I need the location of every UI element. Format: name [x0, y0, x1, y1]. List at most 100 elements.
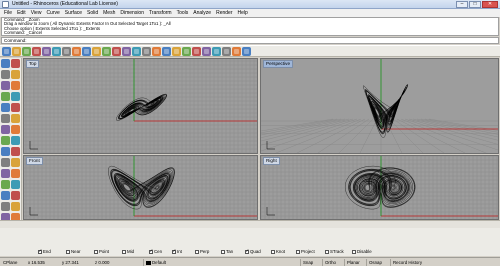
material-icon[interactable]	[212, 46, 221, 56]
osnap-checkbox[interactable]	[296, 250, 300, 254]
select-icon[interactable]	[1, 59, 10, 68]
circle-icon[interactable]	[11, 81, 20, 90]
osnap-int[interactable]: Int	[172, 249, 182, 255]
copy-icon[interactable]	[52, 46, 61, 56]
menu-analyze[interactable]: Analyze	[191, 9, 214, 17]
osnap-checkbox[interactable]	[195, 250, 199, 254]
ellipse-icon[interactable]	[11, 92, 20, 101]
viewport-right[interactable]: Right	[260, 155, 499, 220]
mirror-icon[interactable]	[1, 191, 10, 200]
zoom-selected-icon[interactable]	[132, 46, 141, 56]
mesh-icon[interactable]	[1, 158, 10, 167]
boolean-icon[interactable]	[11, 158, 20, 167]
osnap-knot[interactable]: Knot	[271, 249, 285, 255]
menu-file[interactable]: File	[2, 9, 15, 17]
osnap-disable[interactable]: Disable	[352, 249, 372, 255]
osnap-checkbox[interactable]	[352, 250, 356, 254]
minimize-button[interactable]: –	[456, 1, 468, 8]
osnap-mid[interactable]: Mid	[122, 249, 134, 255]
osnap-quad[interactable]: Quad	[245, 249, 261, 255]
osnap-checkbox[interactable]	[245, 249, 249, 254]
zoom-extents-icon[interactable]	[122, 46, 131, 56]
viewport-title-perspective[interactable]: Perspective	[263, 60, 294, 68]
menu-view[interactable]: View	[29, 9, 45, 17]
help-icon[interactable]	[242, 46, 251, 56]
viewport-top[interactable]: Top	[23, 58, 258, 154]
close-button[interactable]: ✕	[482, 1, 498, 8]
osnap-checkbox[interactable]	[66, 250, 70, 254]
split-icon[interactable]	[11, 202, 20, 211]
menu-dimension[interactable]: Dimension	[118, 9, 147, 17]
scale-icon[interactable]	[11, 180, 20, 189]
viewport-front[interactable]: Front	[23, 155, 258, 220]
osnap-checkbox[interactable]	[122, 250, 126, 254]
four-viewports-icon[interactable]	[142, 46, 151, 56]
polygon-icon[interactable]	[11, 103, 20, 112]
light-icon[interactable]	[202, 46, 211, 56]
render-icon[interactable]	[182, 46, 191, 56]
osnap-project[interactable]: Project	[296, 249, 315, 255]
planar-toggle[interactable]: Planar	[344, 259, 360, 266]
pan-icon[interactable]	[92, 46, 101, 56]
arc-icon[interactable]	[1, 92, 10, 101]
viewport-title-top[interactable]: Top	[26, 60, 40, 68]
osnap-cen[interactable]: Cen	[149, 249, 162, 255]
layers-icon[interactable]	[162, 46, 171, 56]
rotate-view-icon[interactable]	[102, 46, 111, 56]
copy-object-icon[interactable]	[11, 169, 20, 178]
osnap-end[interactable]: End	[38, 249, 51, 255]
analyze-icon[interactable]	[222, 46, 231, 56]
loft-icon[interactable]	[11, 125, 20, 134]
menu-tools[interactable]: Tools	[175, 9, 192, 17]
undo-icon[interactable]	[72, 46, 81, 56]
curve-icon[interactable]	[1, 81, 10, 90]
sweep-icon[interactable]	[1, 136, 10, 145]
box-icon[interactable]	[11, 136, 20, 145]
print-icon[interactable]	[32, 46, 41, 56]
menu-mesh[interactable]: Mesh	[101, 9, 118, 17]
open-icon[interactable]	[12, 46, 21, 56]
cylinder-icon[interactable]	[11, 147, 20, 156]
command-input[interactable]: Command:	[1, 37, 499, 44]
osnap-point[interactable]: Point	[94, 249, 109, 255]
point-icon[interactable]	[11, 59, 20, 68]
new-icon[interactable]	[2, 46, 11, 56]
osnap-checkbox[interactable]	[325, 250, 329, 254]
redo-icon[interactable]	[82, 46, 91, 56]
offset-icon[interactable]	[11, 114, 20, 123]
osnap-checkbox[interactable]	[38, 249, 42, 254]
rectangle-icon[interactable]	[1, 103, 10, 112]
menu-render[interactable]: Render	[214, 9, 235, 17]
viewport-perspective[interactable]: Perspective	[260, 58, 499, 154]
save-icon[interactable]	[22, 46, 31, 56]
zoom-window-icon[interactable]	[112, 46, 121, 56]
osnap-checkbox[interactable]	[271, 250, 275, 254]
surface-icon[interactable]	[1, 125, 10, 134]
osnap-tan[interactable]: Tan	[221, 249, 233, 255]
menu-solid[interactable]: Solid	[85, 9, 101, 17]
line-icon[interactable]	[1, 70, 10, 79]
ortho-toggle[interactable]: Ortho	[322, 259, 336, 266]
array-icon[interactable]	[11, 191, 20, 200]
osnap-toggle[interactable]: Osnap	[366, 259, 382, 266]
command-history[interactable]: Command: _Zoom Drag a window to zoom ( A…	[1, 17, 499, 36]
viewport-title-right[interactable]: Right	[263, 157, 280, 165]
rotate-icon[interactable]	[1, 180, 10, 189]
move-icon[interactable]	[1, 169, 10, 178]
properties-icon[interactable]	[172, 46, 181, 56]
fillet-icon[interactable]	[1, 114, 10, 123]
polyline-icon[interactable]	[11, 70, 20, 79]
maximize-button[interactable]: □	[469, 1, 481, 8]
menu-transform[interactable]: Transform	[147, 9, 175, 17]
status-layer[interactable]: Default	[143, 259, 166, 266]
osnap-perp[interactable]: Perp	[195, 249, 209, 255]
cut-icon[interactable]	[42, 46, 51, 56]
trim-icon[interactable]	[1, 202, 10, 211]
osnap-checkbox[interactable]	[172, 249, 176, 254]
grid-icon[interactable]	[152, 46, 161, 56]
osnap-near[interactable]: Near	[66, 249, 81, 255]
menu-curve[interactable]: Curve	[44, 9, 62, 17]
menu-surface[interactable]: Surface	[63, 9, 85, 17]
menu-help[interactable]: Help	[236, 9, 251, 17]
osnap-checkbox[interactable]	[149, 249, 153, 254]
